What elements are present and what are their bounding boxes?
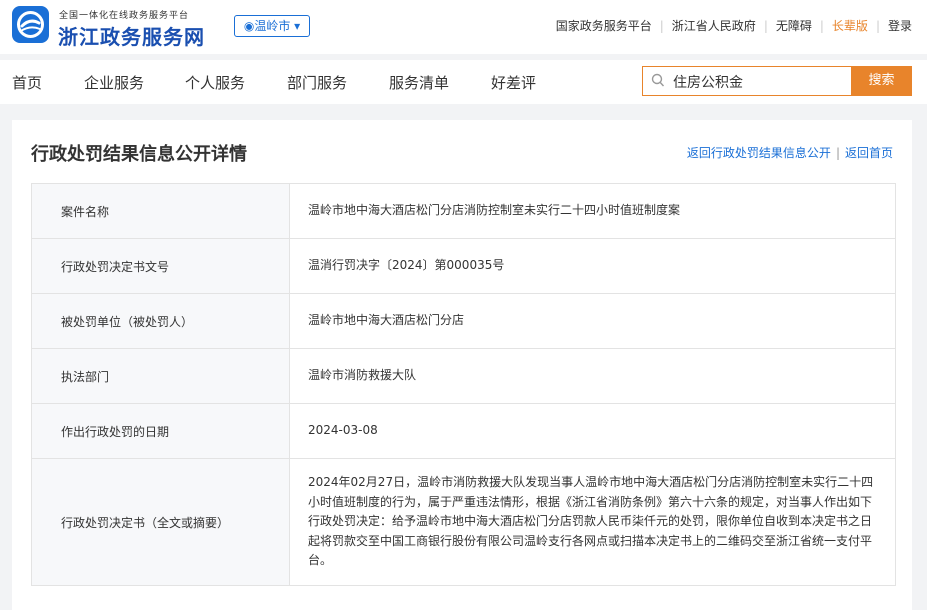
page-title: 行政处罚结果信息公开详情 bbox=[31, 144, 247, 165]
detail-label: 案件名称 bbox=[32, 184, 290, 238]
search-icon bbox=[651, 73, 665, 93]
top-links: 国家政务服务平台 | 浙江省人民政府 | 无障碍 | 长辈版 | 登录 bbox=[556, 17, 912, 34]
back-to-home-link[interactable]: 返回首页 bbox=[845, 146, 893, 160]
nav-item-enterprise[interactable]: 企业服务 bbox=[84, 72, 144, 93]
link-elder-version[interactable]: 长辈版 bbox=[832, 19, 868, 33]
detail-value: 2024年02月27日，温岭市消防救援大队发现当事人温岭市地中海大酒店松门分店消… bbox=[308, 475, 874, 568]
search-input[interactable] bbox=[671, 71, 855, 93]
detail-card: 行政处罚结果信息公开详情 返回行政处罚结果信息公开 | 返回首页 案件名称 温岭市地… bbox=[12, 120, 912, 610]
nav-item-department[interactable]: 部门服务 bbox=[287, 72, 347, 93]
city-label: 温岭市 bbox=[254, 19, 291, 33]
detail-label: 执法部门 bbox=[32, 349, 290, 403]
detail-label: 行政处罚决定书（全文或摘要） bbox=[32, 459, 290, 585]
detail-row: 行政处罚决定书（全文或摘要） 2024年02月27日，温岭市消防救援大队发现当事… bbox=[32, 459, 895, 586]
detail-row: 作出行政处罚的日期 2024-03-08 bbox=[32, 404, 895, 459]
top-header: 全国一体化在线政务服务平台 浙江政务服务网 ◉温岭市 ▾ 国家政务服务平台 | 浙江… bbox=[0, 0, 927, 54]
location-pin-icon: ◉ bbox=[243, 19, 255, 33]
link-provincial-government[interactable]: 浙江省人民政府 bbox=[672, 19, 756, 33]
city-selector[interactable]: ◉温岭市 ▾ bbox=[234, 15, 310, 37]
back-to-list-link[interactable]: 返回行政处罚结果信息公开 bbox=[687, 146, 831, 160]
detail-label: 作出行政处罚的日期 bbox=[32, 404, 290, 458]
detail-label: 行政处罚决定书文号 bbox=[32, 239, 290, 293]
detail-value: 温岭市地中海大酒店松门分店 bbox=[308, 313, 465, 328]
divider: | bbox=[659, 19, 664, 33]
logo-title[interactable]: 浙江政务服务网 bbox=[58, 21, 205, 50]
link-national-platform[interactable]: 国家政务服务平台 bbox=[556, 19, 652, 33]
link-login[interactable]: 登录 bbox=[888, 19, 912, 33]
site-logo-icon[interactable] bbox=[12, 6, 49, 43]
detail-row: 被处罚单位（被处罚人） 温岭市地中海大酒店松门分店 bbox=[32, 294, 895, 349]
nav-item-personal[interactable]: 个人服务 bbox=[185, 72, 245, 93]
logo-subtitle: 全国一体化在线政务服务平台 bbox=[59, 11, 190, 21]
nav-item-rating[interactable]: 好差评 bbox=[491, 72, 536, 93]
divider: | bbox=[875, 19, 880, 33]
detail-row: 案件名称 温岭市地中海大酒店松门分店消防控制室未实行二十四小时值班制度案 bbox=[32, 184, 895, 239]
search-button[interactable]: 搜索 bbox=[851, 66, 912, 96]
detail-value: 温岭市地中海大酒店松门分店消防控制室未实行二十四小时值班制度案 bbox=[308, 203, 681, 218]
link-accessibility[interactable]: 无障碍 bbox=[776, 19, 812, 33]
nav-item-service-list[interactable]: 服务清单 bbox=[389, 72, 449, 93]
detail-value: 温消行罚决字〔2024〕第000035号 bbox=[308, 258, 505, 273]
detail-value: 温岭市消防救援大队 bbox=[308, 368, 417, 383]
nav-item-home[interactable]: 首页 bbox=[12, 72, 42, 93]
detail-row: 执法部门 温岭市消防救援大队 bbox=[32, 349, 895, 404]
back-links: 返回行政处罚结果信息公开 | 返回首页 bbox=[687, 144, 893, 161]
detail-label: 被处罚单位（被处罚人） bbox=[32, 294, 290, 348]
search-box: 搜索 bbox=[642, 66, 912, 96]
detail-row: 行政处罚决定书文号 温消行罚决字〔2024〕第000035号 bbox=[32, 239, 895, 294]
divider: | bbox=[835, 146, 840, 160]
detail-value: 2024-03-08 bbox=[308, 423, 378, 438]
divider: | bbox=[819, 19, 824, 33]
detail-table: 案件名称 温岭市地中海大酒店松门分店消防控制室未实行二十四小时值班制度案 行政处… bbox=[31, 183, 896, 586]
divider: | bbox=[763, 19, 768, 33]
caret-down-icon: ▾ bbox=[290, 19, 301, 33]
